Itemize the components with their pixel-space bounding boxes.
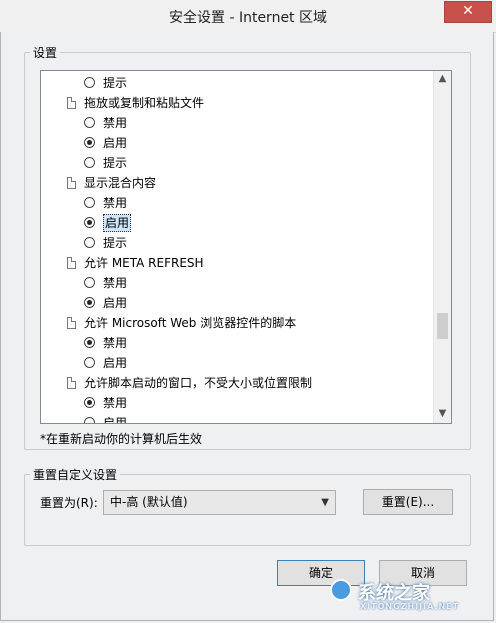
setting-header[interactable]: 允许脚本启动的窗口，不受大小或位置限制	[41, 373, 433, 393]
reset-button[interactable]: 重置(E)...	[363, 489, 453, 515]
setting-option[interactable]: 提示	[41, 73, 433, 93]
setting-option[interactable]: 启用	[41, 413, 433, 424]
setting-option[interactable]: 禁用	[41, 273, 433, 293]
setting-option-label: 禁用	[103, 276, 128, 290]
document-icon	[67, 377, 76, 389]
radio-unselected-icon[interactable]	[84, 77, 95, 88]
document-icon	[67, 317, 76, 329]
window-title: 安全设置 - Internet 区域	[169, 10, 327, 26]
setting-option[interactable]: 启用	[41, 353, 433, 373]
setting-option[interactable]: 禁用	[41, 393, 433, 413]
setting-option-label: 禁用	[103, 196, 128, 210]
setting-option[interactable]: 禁用	[41, 333, 433, 353]
reset-level-value: 中-高 (默认值)	[110, 495, 188, 509]
title-bar: 安全设置 - Internet 区域 ✕	[0, 0, 496, 33]
chevron-down-icon: ▼	[321, 497, 329, 508]
setting-option[interactable]: 启用	[41, 213, 433, 233]
setting-option-label: 启用	[103, 136, 128, 150]
radio-unselected-icon[interactable]	[84, 117, 95, 128]
setting-header-label: 允许 META REFRESH	[84, 256, 204, 270]
setting-header[interactable]: 允许 Microsoft Web 浏览器控件的脚本	[41, 313, 433, 333]
document-icon	[67, 177, 76, 189]
radio-selected-icon[interactable]	[84, 137, 95, 148]
setting-option-label: 禁用	[103, 116, 128, 130]
setting-header[interactable]: 显示混合内容	[41, 173, 433, 193]
reset-group-label: 重置自定义设置	[30, 466, 121, 483]
document-icon	[67, 257, 76, 269]
watermark: 系统之家 XITONGZHIJIA.NET	[330, 575, 490, 615]
radio-selected-icon[interactable]	[84, 397, 95, 408]
setting-option-label: 启用	[103, 356, 128, 370]
radio-unselected-icon[interactable]	[84, 197, 95, 208]
restart-note: *在重新启动你的计算机后生效	[40, 432, 203, 446]
radio-unselected-icon[interactable]	[84, 277, 95, 288]
setting-option-label: 启用	[103, 296, 128, 310]
setting-option-label: 启用	[103, 416, 128, 424]
watermark-subtext: XITONGZHIJIA.NET	[360, 602, 460, 611]
setting-option-label: 禁用	[103, 336, 128, 350]
setting-header[interactable]: 拖放或复制和粘贴文件	[41, 93, 433, 113]
setting-header-label: 允许 Microsoft Web 浏览器控件的脚本	[84, 316, 297, 330]
radio-unselected-icon[interactable]	[84, 417, 95, 423]
watermark-logo-icon	[330, 579, 352, 601]
setting-option[interactable]: 禁用	[41, 193, 433, 213]
settings-group-label: 设置	[30, 44, 61, 61]
setting-option-label: 提示	[103, 156, 128, 170]
scroll-up-icon[interactable]: ▲	[434, 71, 451, 88]
setting-option[interactable]: 启用	[41, 133, 433, 153]
setting-option[interactable]: 提示	[41, 233, 433, 253]
radio-selected-icon[interactable]	[84, 217, 95, 228]
scrollbar-thumb[interactable]	[437, 313, 448, 339]
setting-header-label: 拖放或复制和粘贴文件	[84, 96, 205, 110]
radio-selected-icon[interactable]	[84, 337, 95, 348]
setting-option[interactable]: 启用	[41, 293, 433, 313]
setting-option[interactable]: 禁用	[41, 113, 433, 133]
radio-unselected-icon[interactable]	[84, 357, 95, 368]
reset-to-label: 重置为(R):	[40, 496, 98, 510]
reset-level-select[interactable]: 中-高 (默认值) ▼	[103, 490, 336, 515]
radio-unselected-icon[interactable]	[84, 237, 95, 248]
setting-option-label: 启用	[103, 214, 132, 232]
setting-header-label: 显示混合内容	[84, 176, 157, 190]
settings-tree[interactable]: ▲ ▼ 提示 拖放或复制和粘贴文件 禁用 启用 提示 显示混合内容 禁用 启用 提示 允许 MET…	[40, 70, 452, 424]
vertical-scrollbar[interactable]: ▲ ▼	[433, 71, 451, 423]
close-button[interactable]: ✕	[444, 1, 492, 23]
setting-option-label: 提示	[103, 236, 128, 250]
setting-header[interactable]: 允许 META REFRESH	[41, 253, 433, 273]
document-icon	[67, 97, 76, 109]
setting-header-label: 允许脚本启动的窗口，不受大小或位置限制	[84, 376, 313, 390]
setting-option-label: 提示	[103, 76, 128, 90]
setting-option-label: 禁用	[103, 396, 128, 410]
scroll-down-icon[interactable]: ▼	[434, 406, 451, 423]
radio-selected-icon[interactable]	[84, 297, 95, 308]
setting-option[interactable]: 提示	[41, 153, 433, 173]
radio-unselected-icon[interactable]	[84, 157, 95, 168]
